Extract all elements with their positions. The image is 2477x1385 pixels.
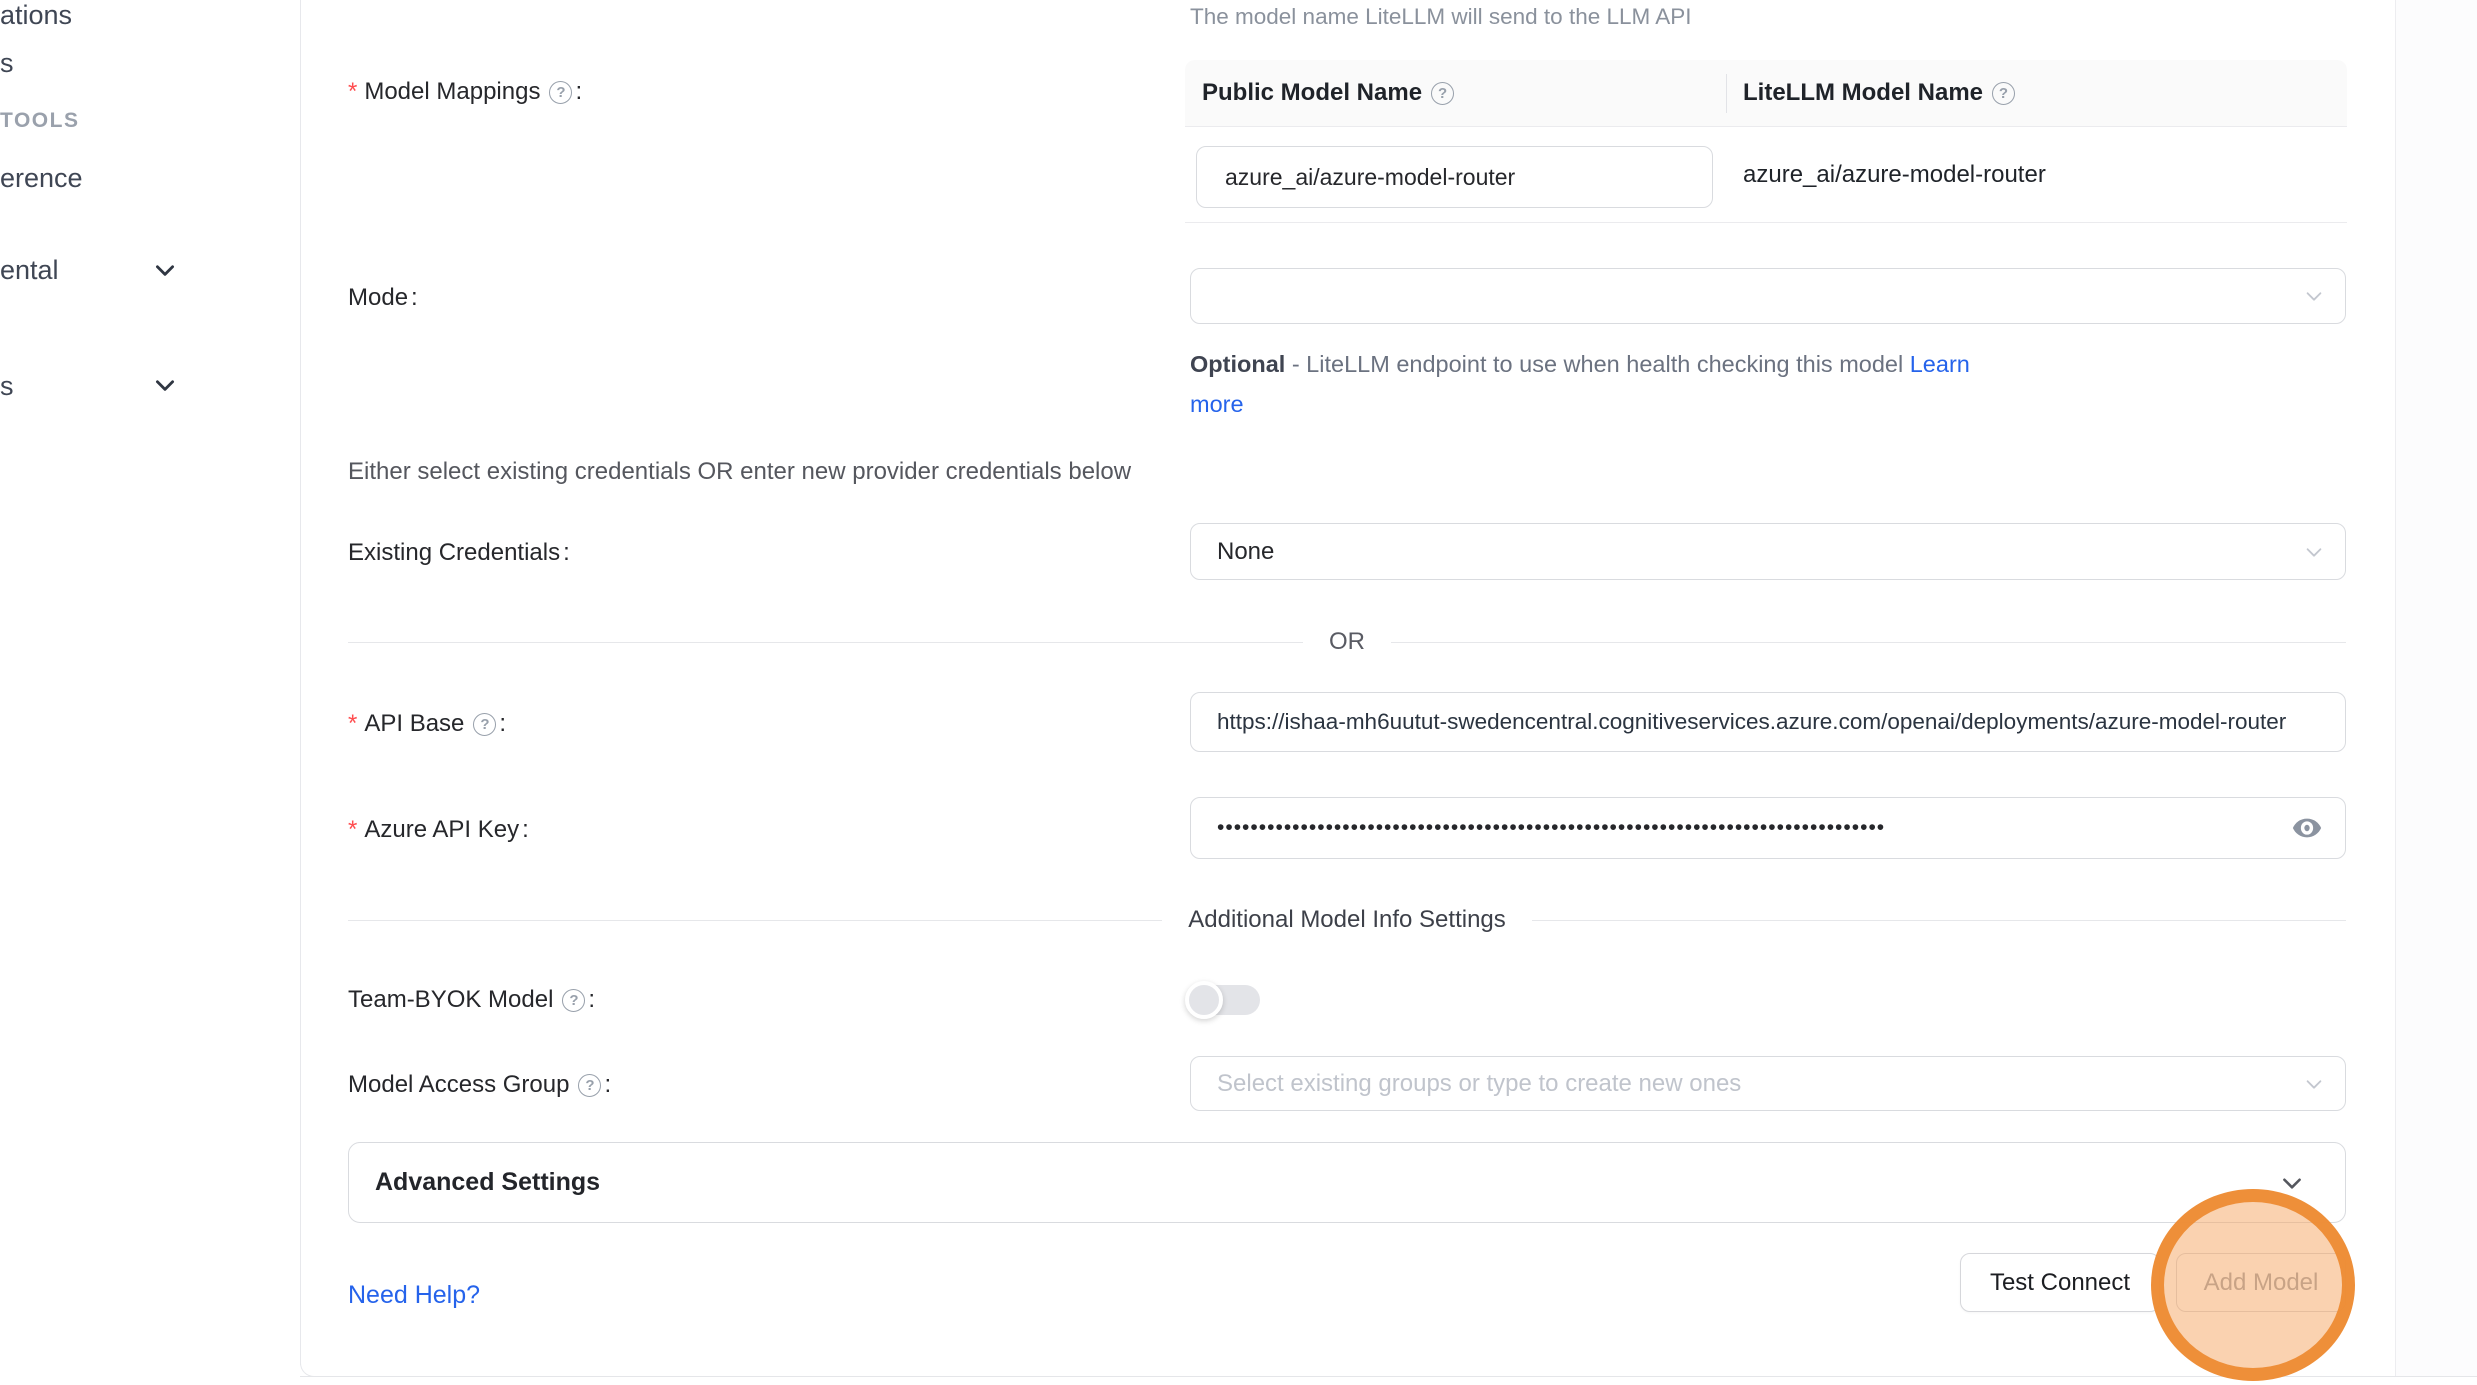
sidebar-item-truncated-4[interactable]: ental [0, 255, 59, 286]
team-byok-label: Team-BYOK Model ? : [348, 986, 595, 1014]
model-access-group-label: Model Access Group ? : [348, 1071, 611, 1099]
model-access-group-placeholder: Select existing groups or type to create… [1217, 1070, 1741, 1098]
model-mapping-row: azure_ai/azure-model-router [1185, 127, 2347, 223]
right-gutter [2396, 0, 2477, 1377]
required-asterisk: * [348, 710, 357, 738]
existing-credentials-value: None [1217, 538, 1274, 566]
sidebar-item-truncated-2[interactable]: s [0, 48, 14, 79]
team-byok-toggle[interactable] [1188, 985, 1260, 1015]
need-help-link[interactable]: Need Help? [348, 1281, 480, 1310]
chevron-down-icon[interactable] [152, 372, 178, 398]
chevron-down-icon [2279, 1170, 2305, 1196]
chevron-down-icon [2303, 285, 2325, 307]
add-model-button[interactable]: Add Model [2176, 1253, 2346, 1312]
column-divider [1726, 74, 1727, 113]
help-icon[interactable]: ? [562, 989, 585, 1012]
model-access-group-select[interactable]: Select existing groups or type to create… [1190, 1056, 2346, 1111]
content-card-corner [300, 1363, 316, 1377]
mode-helper-text: Optional - LiteLLM endpoint to use when … [1190, 344, 1990, 424]
model-mappings-table: Public Model Name ? LiteLLM Model Name ?… [1185, 60, 2347, 223]
model-mappings-table-header: Public Model Name ? LiteLLM Model Name ? [1185, 60, 2347, 127]
litellm-model-name-header: LiteLLM Model Name ? [1726, 79, 2015, 107]
content-card-right-border [2395, 0, 2396, 1377]
api-base-input[interactable]: https://ishaa-mh6uutut-swedencentral.cog… [1190, 692, 2346, 752]
sidebar-item-truncated-3[interactable]: erence [0, 163, 83, 194]
help-icon[interactable]: ? [578, 1074, 601, 1097]
azure-api-key-label: * Azure API Key : [348, 816, 529, 844]
required-asterisk: * [348, 816, 357, 844]
sidebar-section-tools: TOOLS [0, 109, 79, 133]
public-model-name-header: Public Model Name ? [1185, 79, 1726, 107]
required-asterisk: * [348, 78, 357, 106]
chevron-down-icon [2303, 1073, 2325, 1095]
sidebar-item-truncated-5[interactable]: s [0, 371, 14, 402]
api-base-label: * API Base ? : [348, 710, 506, 738]
help-icon[interactable]: ? [473, 713, 496, 736]
masked-api-key-value: ••••••••••••••••••••••••••••••••••••••••… [1217, 816, 2207, 840]
advanced-settings-title: Advanced Settings [375, 1168, 600, 1197]
mode-label: Mode: [348, 284, 418, 312]
azure-api-key-input[interactable]: ••••••••••••••••••••••••••••••••••••••••… [1190, 797, 2346, 859]
model-mappings-label: * Model Mappings ? : [348, 78, 582, 106]
or-divider: OR [348, 628, 2346, 656]
sidebar: ations s TOOLS erence ental s [0, 0, 300, 1385]
toggle-knob [1185, 981, 1223, 1019]
api-base-value: https://ishaa-mh6uutut-swedencentral.cog… [1217, 709, 2286, 735]
chevron-down-icon [2303, 541, 2325, 563]
sidebar-item-truncated-1[interactable]: ations [0, 0, 72, 31]
existing-credentials-select[interactable]: None [1190, 523, 2346, 580]
content-card-bottom-border [300, 1376, 2477, 1377]
existing-credentials-label: Existing Credentials: [348, 539, 570, 567]
advanced-settings-panel[interactable]: Advanced Settings [348, 1142, 2346, 1223]
help-icon[interactable]: ? [1992, 82, 2015, 105]
public-model-name-input[interactable] [1196, 146, 1713, 208]
help-icon[interactable]: ? [549, 81, 572, 104]
eye-icon[interactable] [2291, 812, 2323, 844]
mode-select[interactable] [1190, 268, 2346, 324]
add-model-page: ations s TOOLS erence ental s The model … [0, 0, 2477, 1385]
litellm-model-name-helper: The model name LiteLLM will send to the … [1190, 4, 1692, 30]
test-connect-button[interactable]: Test Connect [1960, 1253, 2160, 1312]
litellm-model-name-value: azure_ai/azure-model-router [1743, 127, 2046, 223]
additional-model-info-divider: Additional Model Info Settings [348, 906, 2346, 934]
content-card-left-border [300, 0, 301, 1365]
credentials-note: Either select existing credentials OR en… [348, 458, 1131, 486]
chevron-down-icon[interactable] [152, 257, 178, 283]
help-icon[interactable]: ? [1431, 82, 1454, 105]
